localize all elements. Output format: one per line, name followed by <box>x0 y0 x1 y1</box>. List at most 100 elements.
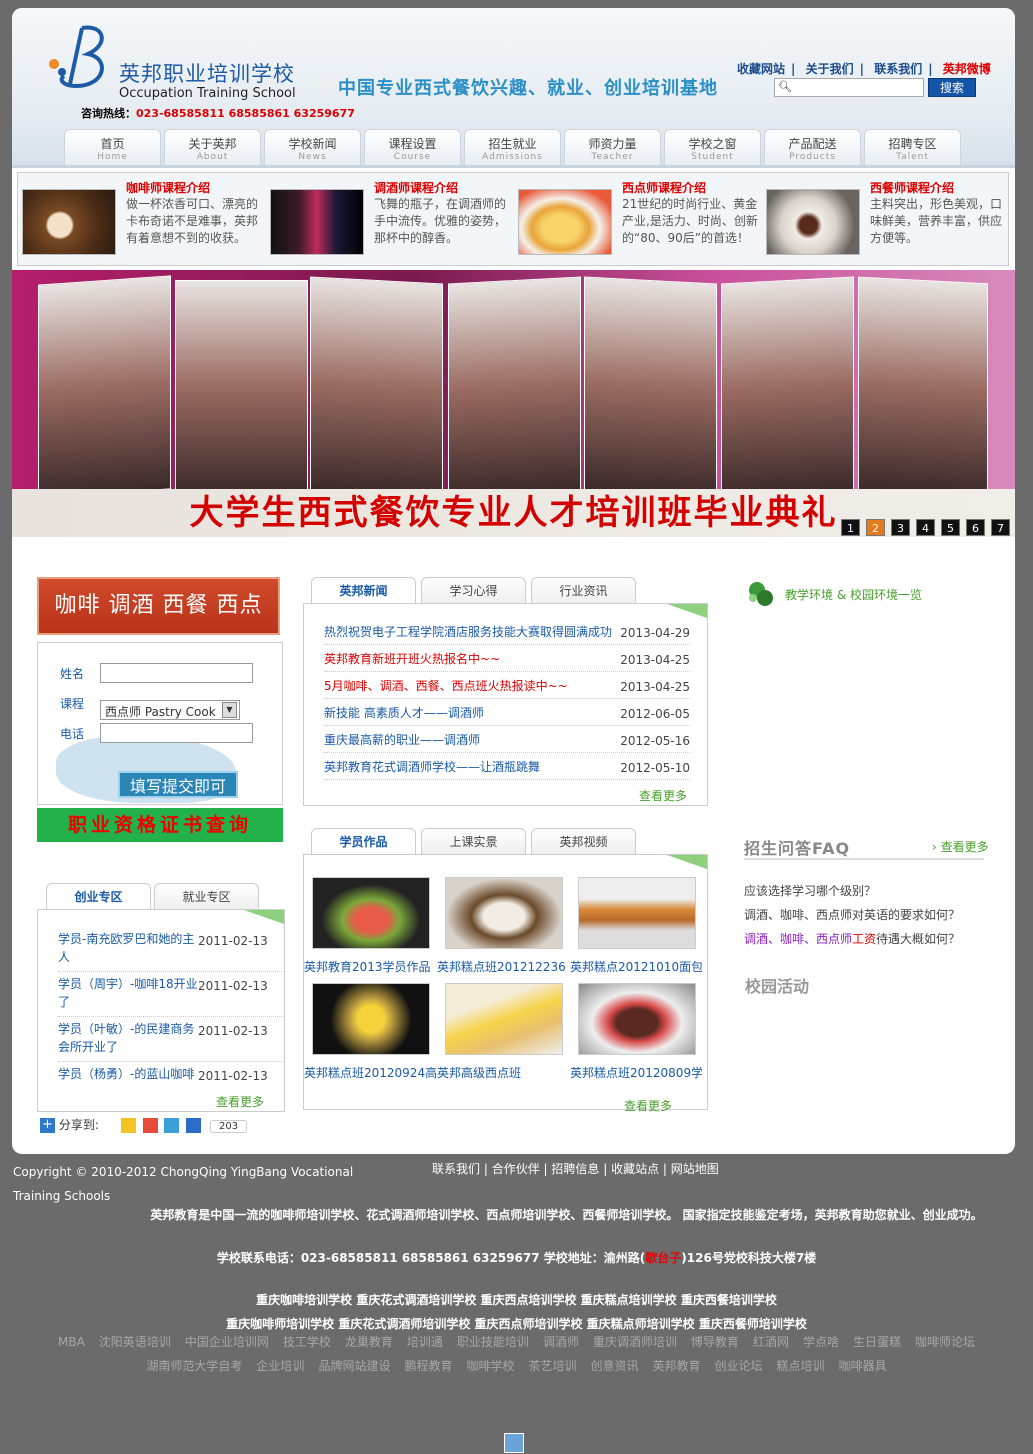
phone-field[interactable] <box>100 723 253 743</box>
work-item[interactable]: 英邦教育2013学员作品 <box>304 877 432 974</box>
faq-item[interactable]: 调酒、咖啡、西点师工资待遇大概如何？ <box>744 930 960 947</box>
faq-more-link[interactable]: › 查看更多 <box>932 838 989 855</box>
friend-link[interactable]: MBA <box>58 1335 85 1349</box>
friend-link[interactable]: 博导教育 <box>691 1335 739 1349</box>
submit-button[interactable]: 填写提交即可 <box>118 771 238 798</box>
tab-student-works[interactable]: 学员作品 <box>311 828 416 855</box>
tab-startup[interactable]: 创业专区 <box>46 883 151 910</box>
faq-item[interactable]: 调酒、咖啡、西点师对英语的要求如何？ <box>744 906 960 923</box>
story-item[interactable]: 学员（叶敏）-的民建商务会所开业了 2011-02-13 <box>58 1018 284 1062</box>
name-field[interactable] <box>100 663 253 683</box>
friend-link[interactable]: 咖啡学校 <box>466 1359 514 1373</box>
nav-admissions[interactable]: 招生就业 Admissions <box>464 129 561 165</box>
friend-link[interactable]: 创意资讯 <box>591 1359 639 1373</box>
friend-link[interactable]: 中国企业培训网 <box>185 1335 269 1349</box>
tab-study-notes[interactable]: 学习心得 <box>421 577 526 604</box>
footer-link[interactable]: 招聘信息 <box>551 1162 599 1176</box>
story-more-link[interactable]: 查看更多 <box>216 1093 264 1110</box>
link-weibo[interactable]: 英邦微博 <box>943 62 991 76</box>
tab-videos[interactable]: 英邦视频 <box>531 828 636 855</box>
chevron-down-icon[interactable]: ▼ <box>222 702 237 718</box>
renren-icon[interactable] <box>186 1118 202 1133</box>
work-item[interactable]: 英邦高级西点班 <box>437 983 565 1080</box>
nav-talent[interactable]: 招聘专区 Talent <box>864 129 961 165</box>
nav-products[interactable]: 产品配送 Products <box>764 129 861 165</box>
footer-keywords-1[interactable]: 重庆咖啡培训学校 重庆花式调酒培训学校 重庆西点培训学校 重庆糕点培训学校 重庆… <box>0 1291 1033 1308</box>
nav-course[interactable]: 课程设置 Course <box>364 129 461 165</box>
friend-link[interactable]: 职业技能培训 <box>457 1335 529 1349</box>
banner-page-1[interactable]: 1 <box>841 519 860 536</box>
banner-page-4[interactable]: 4 <box>916 519 935 536</box>
qzone-icon[interactable] <box>120 1118 136 1133</box>
friend-link[interactable]: 培训通 <box>407 1335 443 1349</box>
nav-about[interactable]: 关于英邦 About <box>164 129 261 165</box>
nav-home[interactable]: 首页 Home <box>64 129 161 165</box>
friend-link[interactable]: 咖啡师论坛 <box>915 1335 975 1349</box>
tab-class-scenes[interactable]: 上课实景 <box>421 828 526 855</box>
news-item[interactable]: 重庆最高薪的职业——调酒师 2012-05-16 <box>324 726 690 753</box>
nav-teacher[interactable]: 师资力量 Teacher <box>564 129 661 165</box>
work-item[interactable]: 英邦糕点班20120924高 <box>304 983 436 1080</box>
work-item[interactable]: 英邦糕点班201212236 <box>437 877 566 974</box>
banner-page-2[interactable]: 2 <box>866 519 885 536</box>
banner-page-5[interactable]: 5 <box>941 519 960 536</box>
link-about[interactable]: 关于我们 <box>806 62 854 76</box>
pastry-image[interactable] <box>518 189 612 255</box>
friend-link[interactable]: 学点啥 <box>803 1335 839 1349</box>
environment-title[interactable]: 教学环境 & 校园环境一览 <box>785 586 922 603</box>
works-more-link[interactable]: 查看更多 <box>624 1097 672 1114</box>
tencent-weibo-icon[interactable] <box>164 1118 180 1133</box>
banner-slideshow[interactable]: 大学生西式餐饮专业人才培训班毕业典礼 1 2 3 4 5 6 7 <box>12 270 1015 537</box>
nav-student[interactable]: 学校之窗 Student <box>664 129 761 165</box>
search-button[interactable]: 搜索 <box>928 78 976 97</box>
certificate-query-button[interactable]: 职业资格证书查询 <box>37 808 283 842</box>
banner-page-3[interactable]: 3 <box>891 519 910 536</box>
course-select[interactable]: 西点师 Pastry Cook <box>100 700 240 720</box>
logo-icon[interactable] <box>44 22 114 94</box>
stats-icon[interactable] <box>504 1433 524 1453</box>
news-item[interactable]: 5月咖啡、调酒、西餐、西点班火热报读中~~ 2013-04-25 <box>324 672 690 699</box>
link-bookmark[interactable]: 收藏网站 <box>737 62 785 76</box>
friend-link[interactable]: 糕点培训 <box>777 1359 825 1373</box>
news-item[interactable]: 英邦教育花式调酒师学校——让酒瓶跳舞 2012-05-10 <box>324 753 690 780</box>
weibo-icon[interactable] <box>142 1118 158 1133</box>
tab-yingbang-news[interactable]: 英邦新闻 <box>311 577 416 604</box>
search-input[interactable]: 🔍︎ <box>774 78 924 97</box>
program-ad[interactable]: 咖啡 调酒 西餐 西点 <box>37 577 280 635</box>
news-item[interactable]: 热烈祝贺电子工程学院酒店服务技能大赛取得圆满成功 2013-04-29 <box>324 618 690 645</box>
friend-link[interactable]: 鹏程教育 <box>404 1359 452 1373</box>
faq-item[interactable]: 应该选择学习哪个级别？ <box>744 882 876 899</box>
friend-link[interactable]: 品牌网站建设 <box>318 1359 390 1373</box>
news-item[interactable]: 英邦教育新班开班火热报名中~~ 2013-04-25 <box>324 645 690 672</box>
work-item[interactable]: 英邦糕点班20120809学 <box>570 983 702 1080</box>
friend-link[interactable]: 创业论坛 <box>715 1359 763 1373</box>
friend-link[interactable]: 沈阳英语培训 <box>99 1335 171 1349</box>
footer-link[interactable]: 收藏站点 <box>611 1162 659 1176</box>
friend-link[interactable]: 企业培训 <box>256 1359 304 1373</box>
footer-link[interactable]: 联系我们 <box>432 1162 480 1176</box>
footer-link[interactable]: 合作伙伴 <box>492 1162 540 1176</box>
story-item[interactable]: 学员-南充欧罗巴和她的主人 2011-02-13 <box>58 928 284 972</box>
coffee-image[interactable] <box>22 189 116 255</box>
course-western[interactable]: 西餐师课程介绍 主料突出，形色美观，口味鲜美，营养丰富，供应方便等。 <box>766 179 1006 259</box>
course-bartender[interactable]: 调酒师课程介绍 飞舞的瓶子，在调酒师的手中流传。优雅的姿势，那杯中的醇香。 <box>270 179 510 259</box>
bartender-image[interactable] <box>270 189 364 255</box>
footer-link[interactable]: 网站地图 <box>671 1162 719 1176</box>
friend-link[interactable]: 重庆调酒师培训 <box>593 1335 677 1349</box>
tab-employment[interactable]: 就业专区 <box>154 883 259 910</box>
nav-news[interactable]: 学校新闻 News <box>264 129 361 165</box>
western-food-image[interactable] <box>766 189 860 255</box>
news-more-link[interactable]: 查看更多 <box>639 787 687 804</box>
friend-link[interactable]: 龙巢教育 <box>345 1335 393 1349</box>
link-contact[interactable]: 联系我们 <box>874 62 922 76</box>
footer-keywords-2[interactable]: 重庆咖啡师培训学校 重庆花式调酒师培训学校 重庆西点师培训学校 重庆糕点师培训学… <box>0 1315 1033 1332</box>
tab-industry-news[interactable]: 行业资讯 <box>531 577 636 604</box>
friend-link[interactable]: 茶艺培训 <box>528 1359 576 1373</box>
news-item[interactable]: 新技能 高素质人才——调酒师 2012-06-05 <box>324 699 690 726</box>
friend-link[interactable]: 调酒师 <box>543 1335 579 1349</box>
friend-link[interactable]: 咖啡器具 <box>839 1359 887 1373</box>
friend-link[interactable]: 英邦教育 <box>653 1359 701 1373</box>
friend-link[interactable]: 红酒网 <box>753 1335 789 1349</box>
course-pastry[interactable]: 西点师课程介绍 21世纪的时尚行业、黄金产业,是活力、时尚、创新的“80、90后… <box>518 179 758 259</box>
course-coffee[interactable]: 咖啡师课程介绍 做一杯浓香可口、漂亮的卡布奇诺不是难事，英邦有着意想不到的收获。 <box>22 179 262 259</box>
